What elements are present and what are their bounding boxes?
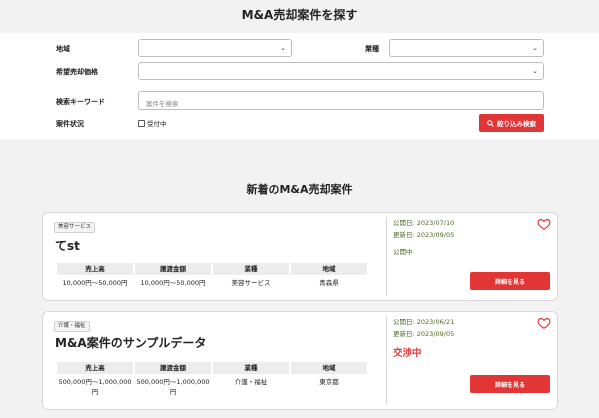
card-divider	[386, 217, 387, 296]
accepting-checkbox[interactable]	[138, 119, 145, 127]
detail-button[interactable]: 詳細を見る	[470, 272, 550, 290]
status-badge: 公開中	[393, 248, 413, 256]
updated-date: 更新日: 2023/09/05	[393, 231, 455, 239]
published-date: 公開日: 2023/06/21	[393, 318, 455, 326]
card-info-table: 売上高 譲渡金額 業種 地域 500,000円〜1,000,000円 500,0…	[57, 362, 367, 397]
header-region: 地域	[291, 263, 367, 275]
card-dates: 公開日: 2023/06/21 更新日: 2023/09/05	[393, 316, 454, 340]
updated-date: 更新日: 2023/09/05	[393, 330, 455, 338]
chevron-down-icon: ⌄	[532, 44, 538, 52]
header-sales: 売上高	[57, 362, 133, 374]
industry-select[interactable]: ⌄	[389, 39, 544, 57]
keyword-input[interactable]: 案件を検索	[138, 91, 544, 110]
card-title[interactable]: てst	[55, 237, 80, 254]
accepting-label: 受付中	[147, 120, 167, 128]
filter-search-button[interactable]: 絞り込み検索	[479, 114, 544, 132]
card-dates: 公開日: 2023/07/10 更新日: 2023/09/05	[393, 217, 454, 241]
header-industry: 業種	[213, 362, 289, 374]
value-region: 青森県	[319, 279, 339, 287]
listing-card: 介護・福祉 M&A案件のサンプルデータ 売上高 譲渡金額 業種 地域 500,0…	[42, 311, 558, 410]
card-info-table: 売上高 譲渡金額 業種 地域 10,000円〜50,000円 10,000円〜5…	[57, 263, 367, 288]
category-tag: 美容サービス	[54, 222, 96, 233]
price-select[interactable]: ⌄	[138, 62, 544, 80]
value-region: 東京都	[319, 378, 339, 386]
status-badge: 交渉中	[393, 348, 422, 359]
heart-icon[interactable]	[537, 316, 551, 330]
region-label: 地域	[56, 45, 70, 53]
value-industry: 美容サービス	[231, 279, 271, 287]
region-select[interactable]: ⌄	[138, 39, 292, 57]
keyword-label: 検索キーワード	[56, 98, 105, 106]
header-sales: 売上高	[57, 263, 133, 275]
header-industry: 業種	[213, 263, 289, 275]
search-icon	[487, 119, 494, 127]
section-title: 新着のM&A売却案件	[246, 183, 353, 196]
price-label: 希望売却価格	[56, 68, 98, 76]
filter-search-label: 絞り込み検索	[497, 120, 536, 128]
header-region: 地域	[291, 362, 367, 374]
heart-icon[interactable]	[537, 217, 551, 231]
header-transfer-price: 譲渡金額	[135, 263, 211, 275]
value-sales: 500,000円〜1,000,000円	[58, 378, 132, 396]
value-sales: 10,000円〜50,000円	[62, 279, 128, 287]
industry-label: 業種	[365, 45, 379, 53]
value-transfer-price: 10,000円〜50,000円	[140, 279, 206, 287]
value-industry: 介護・福祉	[234, 378, 268, 386]
published-date: 公開日: 2023/07/10	[393, 219, 455, 227]
page-title: M&A売却案件を探す	[241, 8, 358, 22]
status-label: 案件状況	[56, 120, 84, 128]
category-tag: 介護・福祉	[54, 321, 90, 332]
header-transfer-price: 譲渡金額	[135, 362, 211, 374]
card-divider	[386, 316, 387, 405]
detail-button[interactable]: 詳細を見る	[470, 375, 550, 393]
accepting-filter[interactable]: 受付中	[138, 118, 167, 128]
value-transfer-price: 500,000円〜1,000,000円	[136, 378, 210, 396]
chevron-down-icon: ⌄	[532, 67, 538, 75]
card-title[interactable]: M&A案件のサンプルデータ	[55, 334, 206, 351]
listing-card: 美容サービス てst 売上高 譲渡金額 業種 地域 10,000円〜50,000…	[42, 212, 558, 301]
chevron-down-icon: ⌄	[280, 44, 286, 52]
